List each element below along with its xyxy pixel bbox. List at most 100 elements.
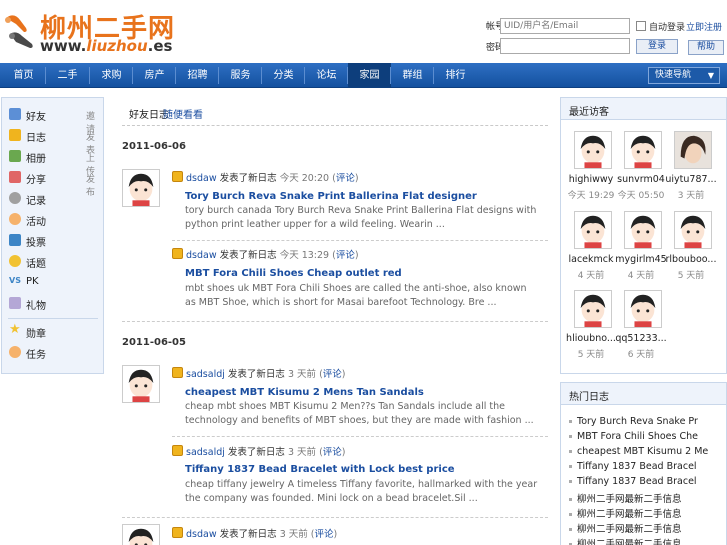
nav-item-ranking[interactable]: 排行 (434, 63, 477, 88)
sidebar-item-events[interactable]: 活动 (2, 209, 103, 230)
tab-browse[interactable]: 随便看看 (163, 106, 203, 121)
visitor-card[interactable]: rlbouboo... 5 天前 (661, 211, 716, 281)
visitor-name[interactable]: qq51233... (611, 333, 671, 344)
visitor-card[interactable]: mygirlm45 4 天前 (611, 211, 667, 281)
nav-item-home-space[interactable]: 家园 (348, 63, 391, 88)
feed-title-link[interactable]: cheapest MBT Kisumu 2 Mens Tan Sandals (185, 387, 424, 398)
sidebar-item-records[interactable]: 记录 (2, 188, 103, 209)
sidebar-item-friends[interactable]: 好友 邀请 (2, 104, 103, 135)
sidebar-item-polls[interactable]: 投票 (2, 230, 103, 251)
comment-link[interactable]: 评论 (336, 173, 355, 184)
sidebar-item-label: 好友 (26, 112, 46, 123)
avatar[interactable] (624, 131, 662, 169)
sidebar-item-share[interactable]: 分享 发布 (2, 167, 103, 198)
visitor-card[interactable]: hlioubno... 5 天前 (561, 290, 616, 360)
avatar[interactable] (624, 211, 662, 249)
hot-blog-link[interactable]: 柳州二手网最新二手信息 (569, 536, 682, 545)
nav-item-forum[interactable]: 论坛 (305, 63, 348, 88)
sidebar-item-pk[interactable]: VS PK (2, 272, 103, 293)
hot-blog-link[interactable]: Tiffany 1837 Bead Bracel (569, 476, 697, 487)
visitor-card[interactable]: highiwwy 今天 19:29 (561, 131, 614, 201)
avatar[interactable] (674, 131, 712, 169)
feed-title-link[interactable]: MBT Fora Chili Shoes Cheap outlet red (185, 268, 402, 279)
handshake-icon (5, 15, 33, 48)
nav-item-services[interactable]: 服务 (219, 63, 262, 88)
avatar[interactable] (674, 211, 712, 249)
feed-meta: dsdaw 发表了新日志 今天 13:29 (评论) (186, 250, 359, 261)
default-avatar-icon (123, 366, 159, 402)
tasks-icon (9, 346, 21, 358)
login-button[interactable]: 登录 (636, 39, 678, 54)
avatar[interactable] (122, 524, 160, 545)
hot-blog-link[interactable]: Tory Burch Reva Snake Pr (569, 416, 698, 427)
feed-user-link[interactable]: sadsaldj (186, 369, 225, 380)
hot-blog-link[interactable]: 柳州二手网最新二手信息 (569, 521, 682, 535)
avatar[interactable] (574, 211, 612, 249)
feed-user-link[interactable]: dsdaw (186, 173, 217, 184)
nav-item-property[interactable]: 房产 (133, 63, 176, 88)
visitor-name[interactable]: rlbouboo... (661, 254, 721, 265)
sidebar-item-tasks[interactable]: 任务 (2, 342, 103, 363)
feed-title-link[interactable]: Tiffany 1837 Bead Bracelet with Lock bes… (185, 464, 455, 475)
hot-blog-link[interactable]: MBT Fora Chili Shoes Che (569, 431, 698, 442)
main-nav: 首页 二手 求购 房产 招聘 服务 分类 论坛 家园 群组 排行 快速导航 ▼ (0, 63, 727, 88)
avatar[interactable] (574, 131, 612, 169)
feed-user-link[interactable]: dsdaw (186, 529, 217, 540)
remember-checkbox[interactable] (636, 21, 646, 31)
hot-blog-link[interactable]: 柳州二手网最新二手信息 (569, 491, 682, 505)
friends-icon (9, 108, 21, 120)
nav-item-jobs[interactable]: 招聘 (176, 63, 219, 88)
site-logo[interactable]: 柳州二手网 www.liuzhou.es (0, 6, 180, 58)
sidebar-item-label: 分享 (26, 175, 46, 186)
hot-blogs-panel: 热门日志 Tory Burch Reva Snake Pr MBT Fora C… (560, 382, 727, 545)
nav-item-secondhand[interactable]: 二手 (46, 63, 89, 88)
nav-item-home[interactable]: 首页 (2, 63, 45, 88)
quick-nav-select[interactable]: 快速导航 ▼ (648, 67, 720, 84)
sidebar-divider (8, 318, 98, 319)
comment-link[interactable]: 评论 (315, 529, 334, 540)
hot-blog-link[interactable]: Tiffany 1837 Bead Bracel (569, 461, 697, 472)
password-input[interactable] (500, 38, 630, 54)
avatar[interactable] (574, 290, 612, 328)
nav-item-groups[interactable]: 群组 (391, 63, 434, 88)
visitor-name[interactable]: uiytu787... (661, 174, 721, 185)
comment-link[interactable]: 评论 (336, 250, 355, 261)
feed-user-link[interactable]: dsdaw (186, 250, 217, 261)
sidebar-item-blog[interactable]: 日志 发表 (2, 125, 103, 156)
visitor-time: 3 天前 (677, 191, 705, 201)
sidebar-item-album[interactable]: 相册 上传 (2, 146, 103, 177)
username-input[interactable] (500, 18, 630, 34)
feed-user-link[interactable]: sadsaldj (186, 447, 225, 458)
avatar[interactable] (122, 365, 160, 403)
hot-blog-link[interactable]: 柳州二手网最新二手信息 (569, 506, 682, 520)
feed-action: 发表了新日志 (227, 447, 285, 458)
default-avatar-icon (123, 170, 159, 206)
sidebar-item-label: 任务 (26, 350, 46, 361)
sidebar-item-label: 礼物 (26, 301, 46, 312)
avatar[interactable] (122, 169, 160, 207)
sidebar-item-gifts[interactable]: 礼物 (2, 293, 103, 314)
visitor-card[interactable]: sunvrm04 今天 05:50 (611, 131, 665, 201)
comment-link[interactable]: 评论 (323, 369, 342, 380)
visitor-card[interactable]: qq51233... 6 天前 (611, 290, 667, 360)
visitors-title: 最近访客 (569, 107, 609, 118)
comment-link[interactable]: 评论 (323, 447, 342, 458)
register-link[interactable]: 立即注册 (686, 20, 722, 33)
sidebar-item-topics[interactable]: 话题 (2, 251, 103, 272)
visitor-card[interactable]: uiytu787... 3 天前 (661, 131, 717, 201)
nav-item-wanted[interactable]: 求购 (90, 63, 133, 88)
poll-chart-icon (9, 234, 21, 246)
blog-feed-icon (172, 171, 183, 182)
help-button[interactable]: 帮助 (688, 40, 724, 55)
avatar[interactable] (624, 290, 662, 328)
sidebar-item-label: 相册 (26, 154, 46, 165)
feed-action: 发表了新日志 (227, 369, 285, 380)
feed-title-link[interactable]: Tory Burch Reva Snake Print Ballerina Fl… (185, 191, 477, 202)
hot-blog-link[interactable]: cheapest MBT Kisumu 2 Me (569, 446, 708, 457)
entry-divider (172, 240, 548, 241)
nav-item-classifieds[interactable]: 分类 (262, 63, 305, 88)
sidebar-item-medals[interactable]: ★ 勋章 (2, 321, 103, 342)
feed-summary: mbt shoes uk MBT Fora Chili Shoes are ca… (185, 283, 527, 308)
visitor-card[interactable]: lacekmck 4 天前 (561, 211, 614, 281)
records-icon (9, 192, 21, 204)
